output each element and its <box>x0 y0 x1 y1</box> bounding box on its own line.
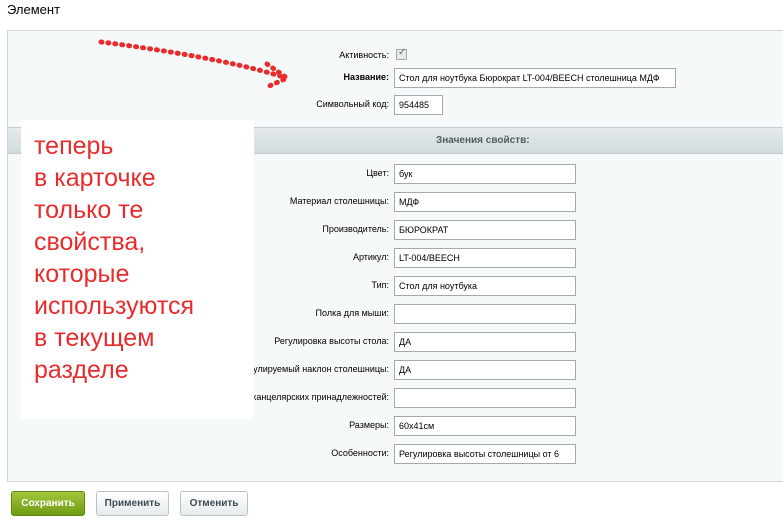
name-label: Название: <box>343 72 389 82</box>
property-label: Цвет: <box>366 168 389 178</box>
property-label: Размеры: <box>349 420 389 430</box>
property-label: Тип: <box>371 280 389 290</box>
cancel-button[interactable]: Отменить <box>180 491 248 516</box>
property-input-tilt[interactable] <box>394 360 576 380</box>
property-label: Особенности: <box>331 448 389 458</box>
property-row: Особенности: <box>0 444 783 466</box>
annotation-text: теперь в карточке только те свойства, ко… <box>34 132 195 384</box>
check-icon: ✓ <box>398 47 407 58</box>
property-input-dimensions[interactable] <box>394 416 576 436</box>
property-input-manufacturer[interactable] <box>394 220 576 240</box>
code-input[interactable] <box>394 95 443 115</box>
property-input-stationery-recess[interactable] <box>394 388 576 408</box>
property-input-article[interactable] <box>394 248 576 268</box>
property-input-color[interactable] <box>394 164 576 184</box>
property-label: Регулируемый наклон столешницы: <box>239 364 389 374</box>
property-input-type[interactable] <box>394 276 576 296</box>
name-input[interactable] <box>394 68 676 88</box>
red-dotted-arrow-icon <box>98 39 293 91</box>
property-input-mouse-shelf[interactable] <box>394 304 576 324</box>
property-label: Регулировка высоты стола: <box>274 336 389 346</box>
properties-heading: Значения свойств: <box>436 135 530 146</box>
property-input-material[interactable] <box>394 192 576 212</box>
property-label: Производитель: <box>322 224 389 234</box>
code-label: Символьный код: <box>316 99 389 109</box>
active-checkbox[interactable]: ✓ <box>396 47 407 60</box>
code-row: Символьный код: <box>0 95 783 117</box>
property-input-features[interactable] <box>394 444 576 464</box>
active-label: Активность: <box>339 50 389 60</box>
property-label: Материал столешницы: <box>289 196 389 206</box>
apply-button[interactable]: Применить <box>96 491 169 516</box>
property-input-height-adjust[interactable] <box>394 332 576 352</box>
property-row: Размеры: <box>0 416 783 438</box>
property-label: Полка для мыши: <box>315 308 389 318</box>
property-label: Артикул: <box>352 252 389 262</box>
page-title: Элемент <box>7 2 61 17</box>
save-button[interactable]: Сохранить <box>11 491 85 516</box>
annotation-note: теперь в карточке только те свойства, ко… <box>21 120 254 419</box>
